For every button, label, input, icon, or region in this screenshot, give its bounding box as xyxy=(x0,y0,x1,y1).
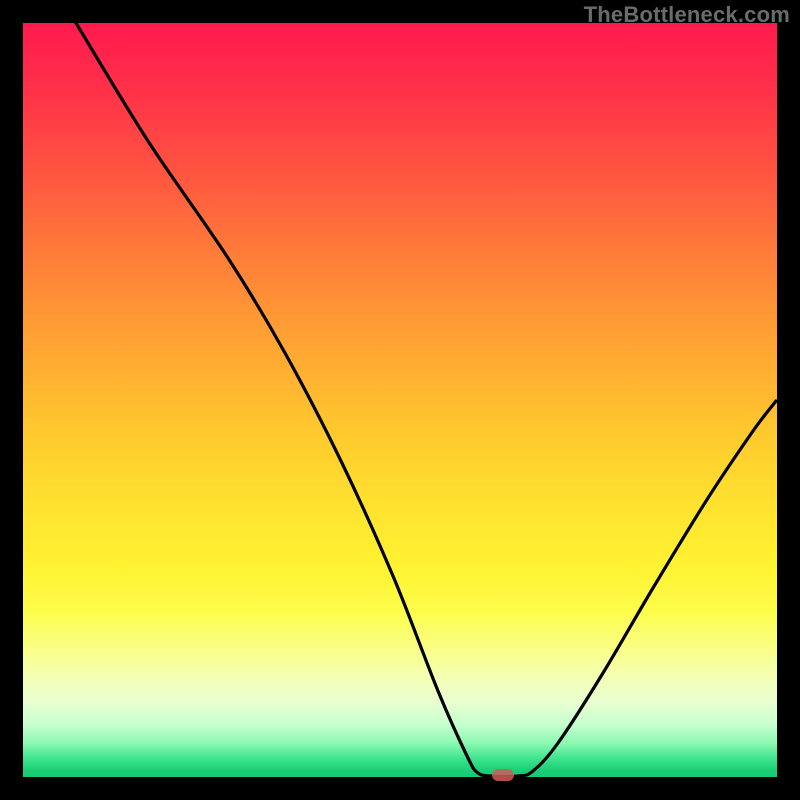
optimum-marker xyxy=(492,769,514,781)
bottleneck-curve xyxy=(23,23,777,777)
plot-area xyxy=(23,23,777,777)
curve-path xyxy=(76,23,776,776)
watermark-text: TheBottleneck.com xyxy=(584,2,790,28)
